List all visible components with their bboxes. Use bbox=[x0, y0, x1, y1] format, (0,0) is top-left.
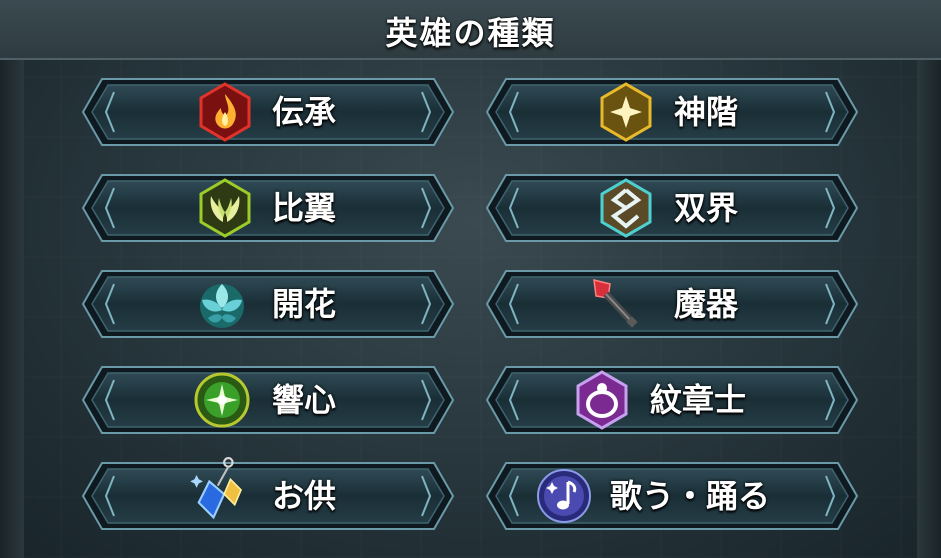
button-plate-inner bbox=[91, 84, 445, 140]
rearmed-button[interactable]: 魔器 bbox=[486, 270, 858, 338]
mythic-label: 神階 bbox=[674, 93, 739, 131]
rearmed-label: 魔器 bbox=[674, 285, 739, 323]
harmonized-button[interactable]: 双界 bbox=[486, 174, 858, 242]
attuned-button[interactable]: 響心 bbox=[82, 366, 454, 434]
sing-dance-label: 歌う・踊る bbox=[610, 477, 771, 515]
attuned-label: 響心 bbox=[272, 381, 337, 419]
panel-frame-right bbox=[917, 0, 941, 558]
mythic-star-icon bbox=[600, 82, 652, 142]
aide-button[interactable]: お供 bbox=[82, 457, 454, 530]
page-title: 英雄の種類 bbox=[385, 14, 556, 52]
button-plate-inner bbox=[495, 276, 849, 332]
legendary-label: 伝承 bbox=[272, 93, 337, 131]
duo-label: 比翼 bbox=[272, 189, 337, 227]
hero-types-panel: 英雄の種類 伝承 神階 比翼 双界 開花 魔器 響心 紋章士 お供 歌う・踊る bbox=[0, 0, 941, 558]
legendary-button[interactable]: 伝承 bbox=[82, 78, 454, 146]
duo-button[interactable]: 比翼 bbox=[82, 174, 454, 242]
attuned-orb-icon bbox=[194, 372, 250, 428]
harmonized-icon bbox=[600, 178, 652, 238]
button-plate-inner bbox=[495, 180, 849, 236]
button-plate-inner bbox=[91, 276, 445, 332]
button-plate-inner bbox=[91, 180, 445, 236]
ascended-flower-icon bbox=[200, 284, 244, 328]
harmonized-label: 双界 bbox=[674, 189, 739, 227]
duo-wings-icon bbox=[199, 178, 251, 238]
sing-dance-note-icon bbox=[537, 469, 591, 523]
ascended-label: 開花 bbox=[272, 285, 337, 323]
button-plate-inner bbox=[91, 468, 445, 524]
button-plate-inner bbox=[495, 84, 849, 140]
mythic-button[interactable]: 神階 bbox=[486, 78, 858, 146]
legendary-flame-icon bbox=[199, 82, 251, 142]
button-plate-inner bbox=[91, 372, 445, 428]
panel-frame-left bbox=[0, 0, 24, 558]
aide-label: お供 bbox=[272, 477, 337, 515]
emblem-ring-icon bbox=[576, 370, 628, 430]
sing-dance-button[interactable]: 歌う・踊る bbox=[486, 462, 858, 530]
ascended-button[interactable]: 開花 bbox=[82, 270, 454, 338]
title-bar: 英雄の種類 bbox=[0, 0, 941, 60]
rearmed-weapon-icon bbox=[593, 279, 638, 328]
aide-crystal-icon bbox=[190, 457, 243, 520]
emblem-label: 紋章士 bbox=[650, 381, 747, 419]
emblem-button[interactable]: 紋章士 bbox=[486, 366, 858, 434]
